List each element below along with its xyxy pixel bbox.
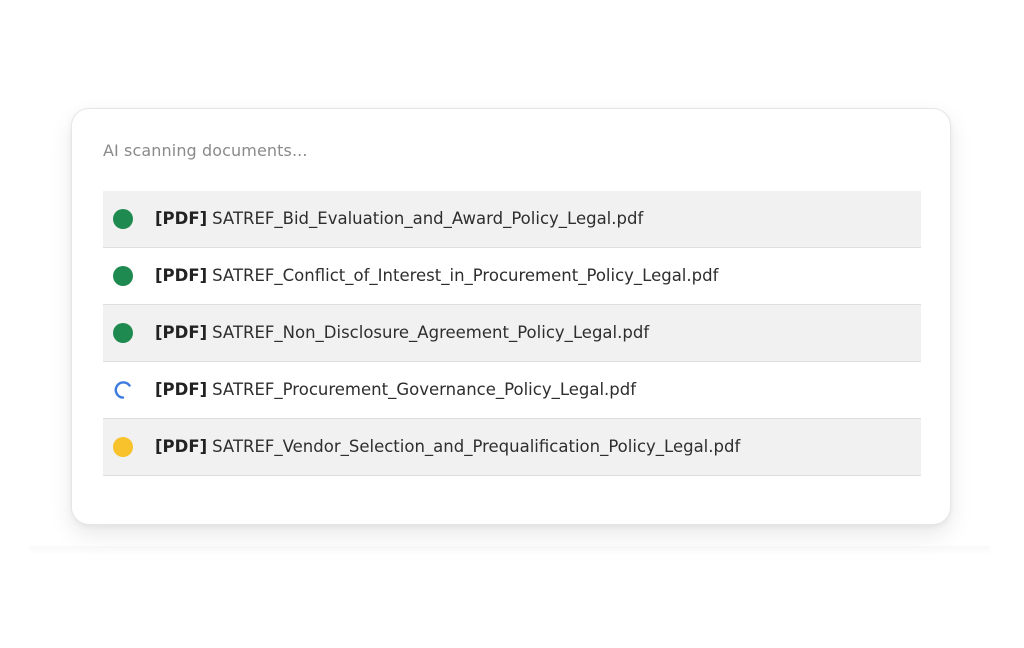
panel-title: AI scanning documents... <box>103 141 308 160</box>
document-filename: SATREF_Vendor_Selection_and_Prequalifica… <box>212 437 741 456</box>
spinner-arc <box>114 381 131 399</box>
status-pending-icon <box>113 437 133 457</box>
document-row: [PDF] SATREF_Bid_Evaluation_and_Award_Pol… <box>103 191 921 248</box>
file-type-tag: [PDF] <box>155 437 208 456</box>
document-label: [PDF] SATREF_Bid_Evaluation_and_Award_Pol… <box>155 191 643 247</box>
loading-spinner-icon <box>113 380 133 400</box>
document-label: [PDF] SATREF_Procurement_Governance_Polic… <box>155 362 636 418</box>
document-filename: SATREF_Bid_Evaluation_and_Award_Policy_L… <box>212 209 644 228</box>
status-complete-icon <box>113 209 133 229</box>
file-type-tag: [PDF] <box>155 323 208 342</box>
document-list: [PDF] SATREF_Bid_Evaluation_and_Award_Pol… <box>103 191 921 476</box>
document-row: [PDF] SATREF_Non_Disclosure_Agreement_Pol… <box>103 305 921 362</box>
document-label: [PDF] SATREF_Conflict_of_Interest_in_Proc… <box>155 248 718 304</box>
document-label: [PDF] SATREF_Vendor_Selection_and_Prequal… <box>155 419 740 475</box>
document-filename: SATREF_Non_Disclosure_Agreement_Policy_L… <box>212 323 650 342</box>
file-type-tag: [PDF] <box>155 380 208 399</box>
file-type-tag: [PDF] <box>155 266 208 285</box>
file-type-tag: [PDF] <box>155 209 208 228</box>
page: AI scanning documents... [PDF] SATREF_Bid… <box>0 0 1024 648</box>
document-filename: SATREF_Conflict_of_Interest_in_Procureme… <box>212 266 719 285</box>
document-row: [PDF] SATREF_Conflict_of_Interest_in_Proc… <box>103 248 921 305</box>
scanning-panel: AI scanning documents... [PDF] SATREF_Bid… <box>71 108 951 525</box>
status-complete-icon <box>113 266 133 286</box>
reflection-shadow <box>30 546 990 556</box>
document-label: [PDF] SATREF_Non_Disclosure_Agreement_Pol… <box>155 305 649 361</box>
status-complete-icon <box>113 323 133 343</box>
document-filename: SATREF_Procurement_Governance_Policy_Leg… <box>212 380 637 399</box>
document-row: [PDF] SATREF_Vendor_Selection_and_Prequal… <box>103 419 921 476</box>
document-row: [PDF] SATREF_Procurement_Governance_Polic… <box>103 362 921 419</box>
